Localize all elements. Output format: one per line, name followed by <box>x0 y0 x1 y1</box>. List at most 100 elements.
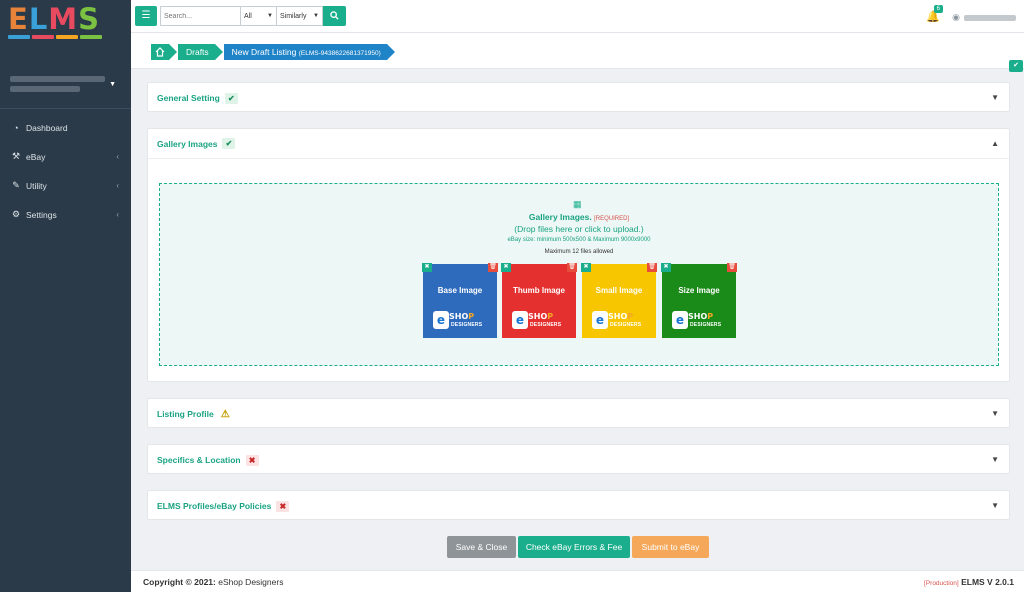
expand-icon[interactable]: ✖ <box>501 263 511 272</box>
panel-title: Listing Profile <box>157 409 214 419</box>
chevron-down-icon[interactable]: ▼ <box>991 93 999 102</box>
panel-listing-profile: Listing Profile ⚠ ▼ <box>147 398 1010 428</box>
user-name-redacted <box>10 76 105 82</box>
warning-icon: ⚠ <box>220 408 230 420</box>
dropzone-max-note: Maximum 12 files allowed <box>544 249 614 255</box>
logo-letter: E <box>8 2 28 36</box>
chevron-up-icon[interactable]: ▲ <box>991 139 999 148</box>
search-filter-value: All <box>244 12 252 20</box>
panel-header[interactable]: Gallery Images ✔ ▲ <box>148 129 1009 159</box>
panel-header[interactable]: Specifics & Location ✖ ▼ <box>148 445 1009 475</box>
panel-title: Specifics & Location <box>157 455 241 465</box>
panel-title: General Setting <box>157 93 220 103</box>
sidebar-item-label: Dashboard <box>26 122 68 133</box>
sidebar-item-utility[interactable]: ✎ Utility ‹ <box>0 171 131 200</box>
search-match-select[interactable]: Similarly ▼ <box>277 6 323 26</box>
dashboard-icon: ◔ <box>13 122 19 133</box>
trash-icon[interactable]: 🗑 <box>727 263 737 272</box>
check-icon[interactable]: ✔ <box>1009 60 1023 72</box>
sidebar-nav: ◔ Dashboard ⚒ eBay ‹ ✎ Utility ‹ ⚙ Setti… <box>0 109 131 229</box>
logo-letter: M <box>48 2 78 36</box>
elms-logo[interactable]: E L M S <box>8 4 123 34</box>
submit-ebay-button[interactable]: Submit to eBay <box>632 536 709 558</box>
menu-toggle-button[interactable]: ☰ <box>135 6 157 26</box>
eshop-logo: e SHOP DESIGNERS <box>433 311 489 331</box>
breadcrumb-home[interactable] <box>151 44 177 60</box>
panel-specifics-location: Specifics & Location ✖ ▼ <box>147 444 1010 474</box>
panel-header[interactable]: General Setting ✔ ▼ <box>148 83 1009 113</box>
environment-label: [Production] <box>924 580 959 587</box>
footer: Copyright © 2021: eShop Designers [Produ… <box>131 570 1024 592</box>
notification-badge: 6 <box>933 5 943 13</box>
trash-icon[interactable]: 🗑 <box>647 263 657 272</box>
chevron-down-icon[interactable]: ▼ <box>991 455 999 464</box>
caret-down-icon[interactable]: ▼ <box>109 81 116 88</box>
gallery-tile-size[interactable]: ✖ 🗑 Size Image e SHOP DESIGNERS <box>661 263 737 338</box>
search-filter-select[interactable]: All ▼ <box>241 6 277 26</box>
panel-title: Gallery Images <box>157 138 218 149</box>
chevron-down-icon: ▼ <box>313 13 319 19</box>
user-name-redacted <box>964 14 1016 21</box>
chevron-left-icon: ‹ <box>116 210 119 219</box>
user-circle-icon: ◉ <box>952 12 960 22</box>
logo-letter: L <box>28 2 48 36</box>
save-close-button[interactable]: Save & Close <box>447 536 516 558</box>
hamburger-icon: ☰ <box>141 10 151 21</box>
user-profile[interactable]: ▼ <box>0 68 131 108</box>
version-label: ELMS V 2.0.1 <box>961 577 1014 587</box>
chevron-down-icon: ▼ <box>267 13 273 19</box>
sidebar-item-label: Settings <box>26 209 57 220</box>
sidebar-item-settings[interactable]: ⚙ Settings ‹ <box>0 200 131 229</box>
search-input[interactable] <box>160 6 241 26</box>
required-label: [REQUIRED] <box>594 216 630 222</box>
breadcrumb-drafts[interactable]: Drafts <box>178 44 223 60</box>
panel-title: ELMS Profiles/eBay Policies <box>157 501 272 511</box>
chevron-left-icon: ‹ <box>116 152 119 161</box>
expand-icon[interactable]: ✖ <box>422 263 432 272</box>
copyright: Copyright © 2021: eShop Designers <box>143 577 284 587</box>
draft-id: (ELMS-9438622681371950) <box>298 50 381 57</box>
topbar: ☰ All ▼ Similarly ▼ 🔔 6 ◉ <box>131 0 1024 33</box>
dropzone-instruction: (Drop files here or click to upload.) <box>514 224 644 234</box>
sidebar: E L M S ▼ ◔ Dashboard ⚒ eBay ‹ ✎ Utility… <box>0 0 131 592</box>
sidebar-item-dashboard[interactable]: ◔ Dashboard <box>0 113 131 142</box>
sidebar-item-label: Utility <box>26 180 47 191</box>
user-menu[interactable]: ◉ <box>952 12 1016 23</box>
gallery-tile-thumb[interactable]: ✖ 🗑 Thumb Image e SHOP DESIGNERS <box>501 263 577 338</box>
user-email-redacted <box>10 86 80 92</box>
logo-letter: S <box>78 2 100 36</box>
tile-label: Thumb Image <box>512 286 565 295</box>
version-info: [Production] ELMS V 2.0.1 <box>924 577 1014 587</box>
trash-icon[interactable]: 🗑 <box>567 263 577 272</box>
search-group: All ▼ Similarly ▼ <box>160 6 346 26</box>
expand-icon[interactable]: ✖ <box>581 263 591 272</box>
logo-area: E L M S <box>0 0 131 68</box>
search-button[interactable] <box>323 6 346 26</box>
eshop-logo: e SHOP DESIGNERS <box>672 311 728 331</box>
home-icon <box>155 47 165 57</box>
panel-elms-profiles: ELMS Profiles/eBay Policies ✖ ▼ <box>147 490 1010 520</box>
panel-gallery-images: Gallery Images ✔ ▲ ▦ Gallery Images. [RE… <box>147 128 1010 382</box>
wrench-icon: ✎ <box>12 180 20 190</box>
check-errors-button[interactable]: Check eBay Errors & Fee <box>518 536 630 558</box>
search-icon <box>330 11 339 20</box>
panel-header[interactable]: ELMS Profiles/eBay Policies ✖ ▼ <box>148 491 1009 521</box>
gallery-dropzone[interactable]: ▦ Gallery Images. [REQUIRED] (Drop files… <box>159 183 999 366</box>
breadcrumb: Drafts New Draft Listing (ELMS-943862268… <box>151 44 396 60</box>
chevron-down-icon[interactable]: ▼ <box>991 409 999 418</box>
gallery-tile-base[interactable]: ✖ 🗑 Base Image e SHOP DESIGNERS <box>422 263 498 338</box>
dropzone-size-note: eBay size: minimum 500x500 & Maximum 900… <box>507 237 651 243</box>
search-match-value: Similarly <box>280 12 307 20</box>
dropzone-title: Gallery Images. [REQUIRED] <box>528 212 630 222</box>
hammer-icon: ⚒ <box>11 151 21 161</box>
gallery-tile-small[interactable]: ✖ 🗑 Small Image e SHOP DESIGNERS <box>581 263 657 338</box>
sidebar-item-ebay[interactable]: ⚒ eBay ‹ <box>0 142 131 171</box>
eshop-logo: e SHOP DESIGNERS <box>592 311 648 331</box>
trash-icon[interactable]: 🗑 <box>488 263 498 272</box>
expand-icon[interactable]: ✖ <box>661 263 671 272</box>
grid-icon: ▦ <box>573 199 582 209</box>
panel-header[interactable]: Listing Profile ⚠ ▼ <box>148 399 1009 429</box>
eshop-logo: e SHOP DESIGNERS <box>512 311 568 331</box>
breadcrumb-bar: Drafts New Draft Listing (ELMS-943862268… <box>131 33 1024 69</box>
chevron-down-icon[interactable]: ▼ <box>991 501 999 510</box>
